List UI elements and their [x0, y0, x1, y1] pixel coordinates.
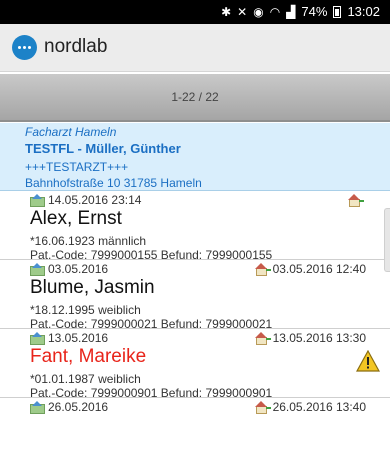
app-bar: nordlab	[0, 24, 390, 72]
house-icon	[254, 332, 271, 345]
doctor-name: TESTFL - Müller, Günther	[25, 141, 181, 156]
result-received-icon	[30, 263, 45, 276]
patient-codes: Pat.-Code: 7999000155 Befund: 7999000155	[30, 248, 273, 262]
home-date: 26.05.2016 13:40	[272, 400, 366, 414]
home-date: 13.05.2016 13:30	[272, 331, 366, 345]
list-item[interactable]: 14.05.2016 23:14 Alex, Ernst *16.06.1923…	[0, 192, 390, 262]
patient-details: *16.06.1923 männlich	[30, 234, 147, 248]
received-date: 26.05.2016	[48, 400, 109, 414]
patient-codes: Pat.-Code: 7999000021 Befund: 7999000021	[30, 317, 273, 331]
signal-icon: ▟	[286, 4, 296, 19]
battery-percent: 74%	[301, 4, 328, 19]
result-received-icon	[30, 401, 45, 414]
patient-name: Fant, Mareike	[30, 346, 147, 367]
scroll-handle[interactable]	[384, 208, 390, 272]
received-date: 14.05.2016 23:14	[48, 193, 142, 207]
list-item[interactable]: 13.05.2016 13.05.2016 13:30 Fant, Mareik…	[0, 330, 390, 400]
wifi-icon: ◠	[269, 4, 281, 19]
patient-codes: Pat.-Code: 7999000901 Befund: 7999000901	[30, 386, 273, 400]
app-title: nordlab	[44, 36, 108, 57]
status-bar: ✱ ✕ ◉ ◠ ▟ 74% 13:02	[0, 0, 390, 24]
received-date: 13.05.2016	[48, 331, 109, 345]
nordlab-logo-icon[interactable]	[12, 35, 37, 60]
pagination-label: 1-22 / 22	[171, 90, 219, 104]
list-item[interactable]: 26.05.2016 26.05.2016 13:40	[0, 399, 390, 450]
patient-list: 14.05.2016 23:14 Alex, Ernst *16.06.1923…	[0, 192, 390, 450]
list-item[interactable]: 03.05.2016 03.05.2016 12:40 Blume, Jasmi…	[0, 261, 390, 331]
patient-details: *01.01.1987 weiblich	[30, 372, 141, 386]
mute-icon: ✕	[237, 4, 248, 19]
result-received-icon	[30, 194, 45, 207]
bluetooth-icon: ✱	[221, 4, 232, 19]
alarm-icon: ◉	[253, 4, 264, 19]
clock: 13:02	[347, 4, 380, 19]
pagination-bar[interactable]: 1-22 / 22	[0, 74, 390, 122]
house-icon	[254, 263, 271, 276]
result-received-icon	[30, 332, 45, 345]
doctor-address: Bahnhofstraße 10 31785 Hameln	[25, 176, 202, 190]
battery-icon	[333, 5, 342, 18]
status-icons: ✱ ✕ ◉ ◠ ▟ 74% 13:02	[221, 4, 380, 19]
patient-details: *18.12.1995 weiblich	[30, 303, 141, 317]
house-icon	[348, 194, 364, 207]
home-date: 03.05.2016 12:40	[272, 262, 366, 276]
list-item-meta: 26.05.2016 26.05.2016 13:40	[30, 399, 380, 415]
list-item-meta: 14.05.2016 23:14	[30, 192, 380, 208]
house-icon	[254, 401, 271, 414]
doctor-tag: +++TESTARZT+++	[25, 160, 129, 174]
list-item-meta: 03.05.2016 03.05.2016 12:40	[30, 261, 380, 277]
warning-icon[interactable]	[356, 350, 380, 372]
received-date: 03.05.2016	[48, 262, 109, 276]
list-item-meta: 13.05.2016 13.05.2016 13:30	[30, 330, 380, 346]
doctor-specialty: Facharzt Hameln	[25, 125, 117, 139]
patient-name: Alex, Ernst	[30, 208, 122, 229]
patient-name: Blume, Jasmin	[30, 277, 155, 298]
doctor-panel[interactable]: Facharzt Hameln TESTFL - Müller, Günther…	[0, 123, 390, 191]
